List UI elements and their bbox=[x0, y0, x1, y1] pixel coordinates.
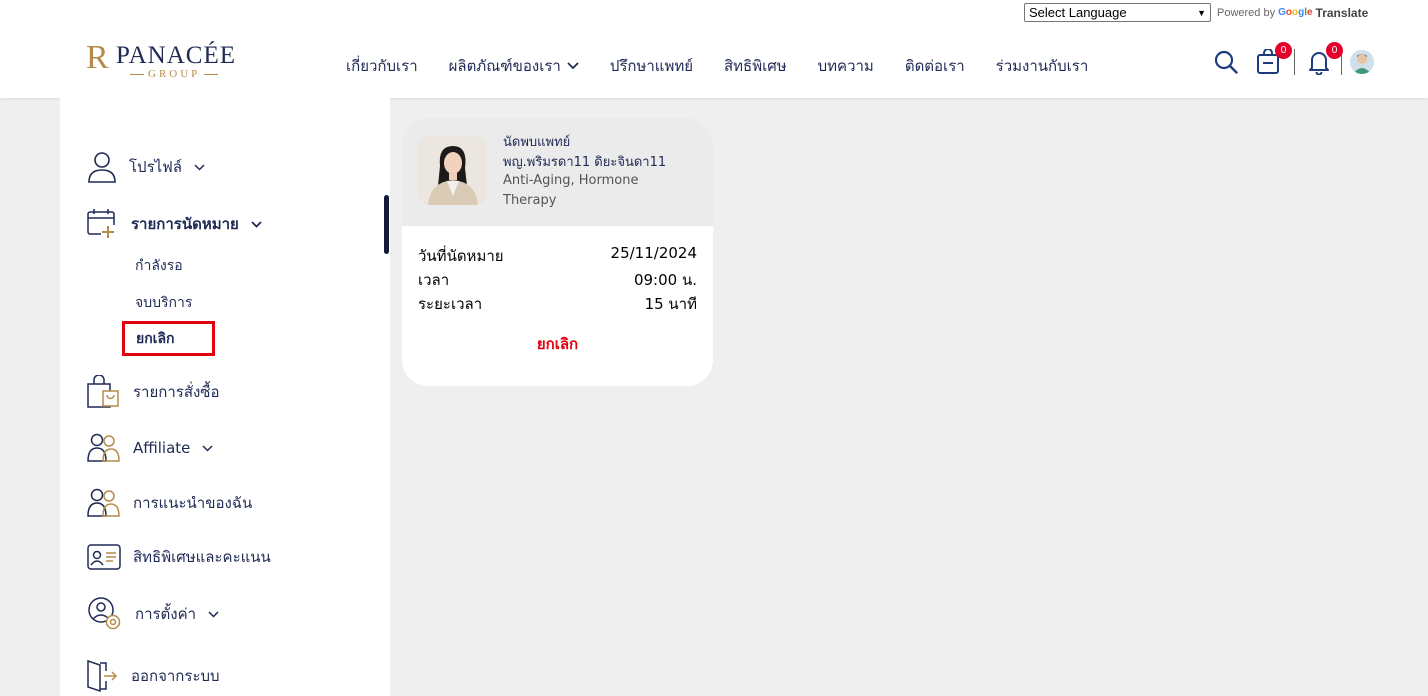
chevron-down-icon bbox=[194, 163, 205, 171]
avatar[interactable] bbox=[1350, 50, 1374, 74]
sidebar-item-appointments[interactable]: รายการนัดหมาย bbox=[87, 208, 262, 240]
duration-label: ระยะเวลา bbox=[418, 295, 483, 313]
divider bbox=[1294, 49, 1295, 75]
sidebar-item-profile[interactable]: โปรไฟล์ bbox=[87, 151, 205, 183]
nav-articles[interactable]: บทความ bbox=[818, 54, 874, 78]
users-icon bbox=[87, 433, 120, 462]
search-icon[interactable] bbox=[1212, 48, 1240, 76]
users-icon bbox=[87, 488, 120, 517]
date-label: วันที่นัดหมาย bbox=[418, 247, 504, 265]
appointment-time-row: เวลา 09:00 น. bbox=[418, 268, 697, 292]
id-card-icon bbox=[87, 544, 121, 570]
chevron-down-icon: ▼ bbox=[1197, 7, 1206, 18]
translate-label: Translate bbox=[1315, 5, 1369, 20]
nav-consult[interactable]: ปรึกษาแพทย์ bbox=[610, 54, 693, 78]
sidebar-item-label: สิทธิพิเศษและคะแนน bbox=[133, 548, 271, 566]
time-label: เวลา bbox=[418, 271, 450, 289]
chevron-down-icon bbox=[251, 220, 262, 228]
selection-highlight bbox=[122, 321, 215, 356]
sidebar-item-label: การตั้งค่า bbox=[135, 605, 197, 623]
language-bar: Select Language ▼ Powered by Google Tran… bbox=[1024, 3, 1368, 22]
language-select-value: Select Language bbox=[1029, 5, 1127, 20]
sidebar-item-affiliate[interactable]: Affiliate bbox=[87, 433, 213, 463]
powered-by-label: Powered by bbox=[1217, 6, 1276, 19]
appointment-card: นัดพบแพทย์ พญ.พริมรดา11 ดิยะจินดา11 Anti… bbox=[402, 118, 713, 386]
duration-value: 15 นาที bbox=[644, 295, 697, 313]
notification-button[interactable]: 0 bbox=[1305, 42, 1343, 76]
logo-sub: GROUP bbox=[126, 68, 222, 80]
site-header: Select Language ▼ Powered by Google Tran… bbox=[0, 0, 1428, 98]
sidebar-item-rewards[interactable]: สิทธิพิเศษและคะแนน bbox=[87, 544, 271, 570]
cancel-appointment-button[interactable]: ยกเลิก bbox=[402, 332, 713, 356]
cart-button[interactable]: 0 bbox=[1254, 42, 1292, 76]
logout-icon bbox=[87, 659, 118, 693]
nav-products[interactable]: ผลิตภัณฑ์ของเรา bbox=[449, 54, 579, 78]
date-value: 25/11/2024 bbox=[610, 244, 697, 262]
nav-contact[interactable]: ติดต่อเรา bbox=[905, 54, 965, 78]
appointment-type: นัดพบแพทย์ bbox=[503, 135, 571, 150]
sidebar-item-label: โปรไฟล์ bbox=[129, 158, 182, 176]
sidebar-item-label: รายการสั่งซื้อ bbox=[133, 383, 220, 401]
appointment-card-header: นัดพบแพทย์ พญ.พริมรดา11 ดิยะจินดา11 Anti… bbox=[402, 118, 713, 226]
sidebar-item-label: Affiliate bbox=[133, 439, 191, 457]
logo-name: PANACÉE bbox=[116, 42, 236, 69]
calendar-plus-icon bbox=[87, 209, 115, 239]
doctor-name: พญ.พริมรดา11 ดิยะจินดา11 bbox=[503, 155, 667, 170]
sidebar-item-label: รายการนัดหมาย bbox=[131, 215, 239, 233]
appointment-duration-row: ระยะเวลา 15 นาที bbox=[418, 292, 697, 316]
active-indicator bbox=[384, 195, 389, 254]
nav-privileges[interactable]: สิทธิพิเศษ bbox=[724, 54, 787, 78]
chevron-down-icon bbox=[202, 444, 213, 452]
shopping-bag-icon bbox=[87, 375, 119, 408]
sidebar-item-referrals[interactable]: การแนะนำของฉัน bbox=[87, 488, 252, 518]
doctor-photo bbox=[418, 136, 487, 205]
language-select[interactable]: Select Language ▼ bbox=[1024, 3, 1211, 22]
sidebar-item-label: ออกจากระบบ bbox=[131, 667, 220, 685]
nav-about[interactable]: เกี่ยวกับเรา bbox=[346, 54, 418, 78]
sidebar-item-orders[interactable]: รายการสั่งซื้อ bbox=[87, 375, 220, 409]
sidebar-subitem-pending[interactable]: กำลังรอ bbox=[135, 255, 183, 277]
account-sidebar: โปรไฟล์ รายการนัดหมาย กำลังรอ จบบริการ ย… bbox=[60, 98, 390, 696]
nav-careers[interactable]: ร่วมงานกับเรา bbox=[996, 54, 1089, 78]
main-nav: เกี่ยวกับเรา ผลิตภัณฑ์ของเรา ปรึกษาแพทย์… bbox=[346, 54, 1088, 78]
notification-count-badge: 0 bbox=[1326, 42, 1343, 59]
header-actions: 0 0 bbox=[1212, 42, 1374, 76]
user-icon bbox=[88, 152, 116, 183]
sidebar-subitem-completed[interactable]: จบบริการ bbox=[135, 292, 192, 314]
logo-monogram: R bbox=[86, 39, 109, 76]
sidebar-item-label: การแนะนำของฉัน bbox=[133, 494, 253, 512]
cart-count-badge: 0 bbox=[1275, 42, 1292, 59]
user-settings-icon bbox=[88, 597, 121, 630]
nav-products-label: ผลิตภัณฑ์ของเรา bbox=[448, 57, 561, 75]
sidebar-item-settings[interactable]: การตั้งค่า bbox=[87, 596, 219, 632]
sidebar-item-logout[interactable]: ออกจากระบบ bbox=[87, 659, 220, 693]
doctor-specialty: Anti-Aging, Hormone Therapy bbox=[503, 173, 639, 208]
chevron-down-icon bbox=[567, 62, 579, 70]
chevron-down-icon bbox=[208, 610, 219, 618]
time-value: 09:00 น. bbox=[633, 271, 697, 289]
google-logo: Google bbox=[1278, 7, 1313, 18]
appointment-date-row: วันที่นัดหมาย 25/11/2024 bbox=[418, 244, 697, 268]
panacee-logo[interactable]: R PANACÉE GROUP bbox=[86, 40, 241, 85]
powered-by-google[interactable]: Powered by Google Translate bbox=[1217, 6, 1368, 20]
